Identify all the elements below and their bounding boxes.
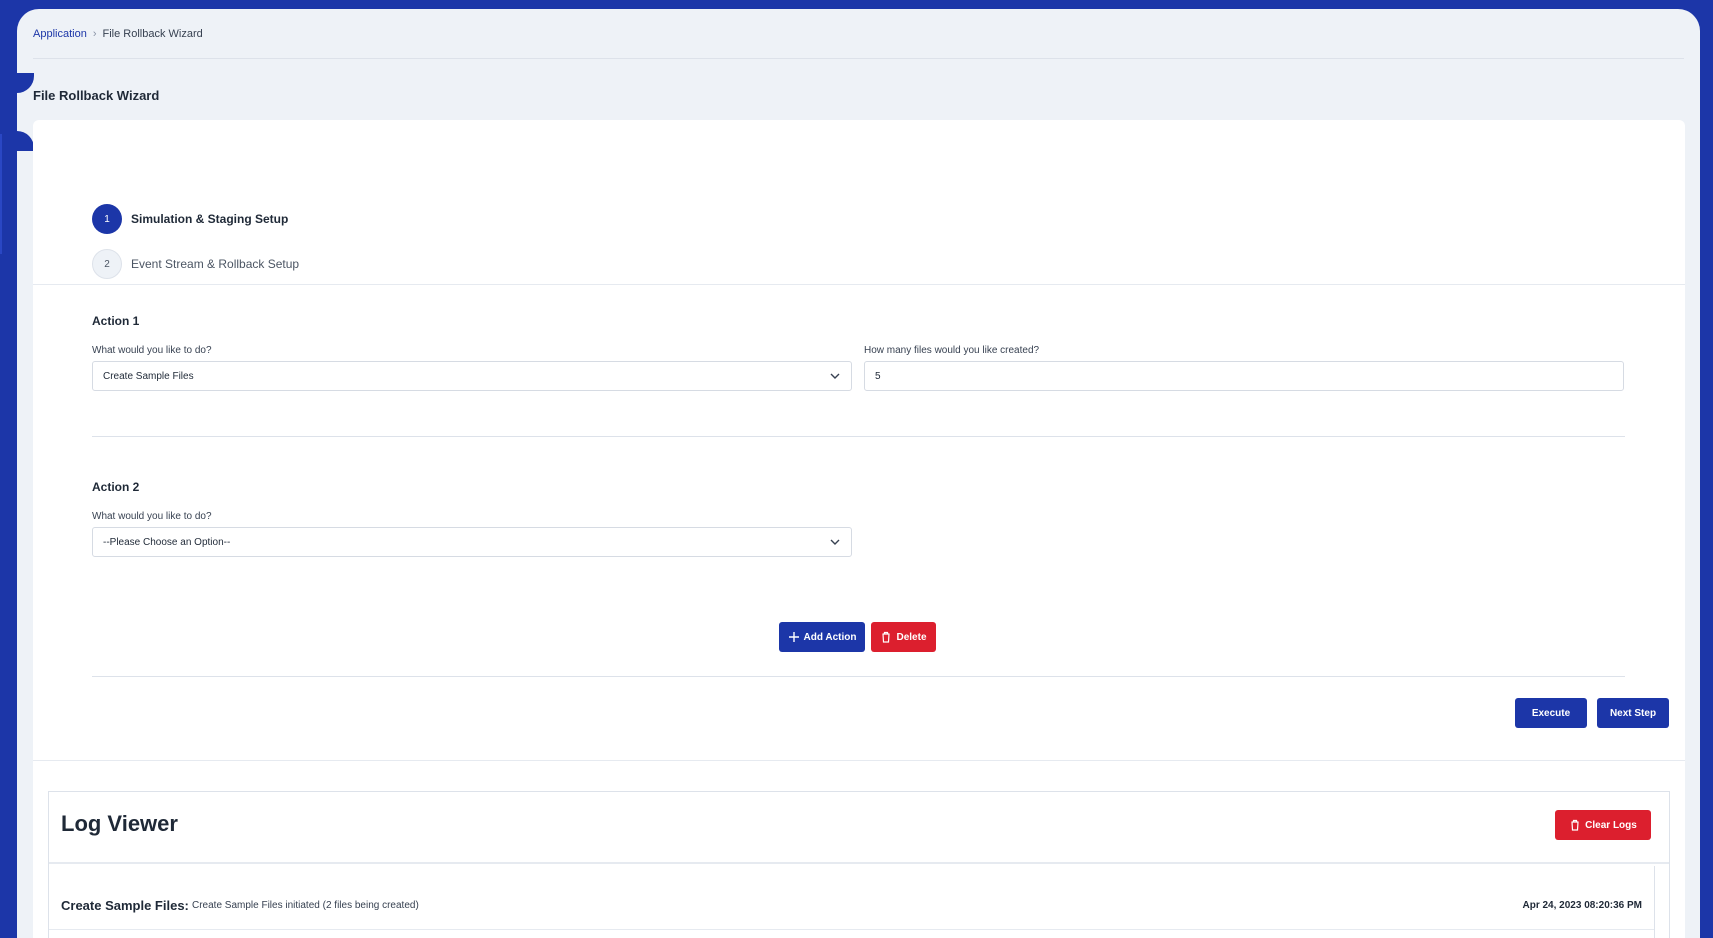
log-viewer: Log Viewer Clear Logs Create Sample File…: [48, 791, 1670, 938]
log-viewer-title: Log Viewer: [61, 811, 178, 836]
add-action-button[interactable]: Add Action: [779, 622, 865, 652]
button-label: Next Step: [1609, 707, 1657, 719]
select-value: Create Sample Files: [103, 370, 194, 382]
divider: [92, 436, 1625, 437]
log-entry-timestamp: Apr 24, 2023 08:20:36 PM: [1522, 900, 1642, 911]
action-2-type-select[interactable]: --Please Choose an Option--: [92, 527, 852, 557]
button-label: Delete: [896, 631, 927, 643]
divider: [92, 676, 1625, 677]
page-title: File Rollback Wizard: [33, 88, 160, 103]
button-label: Add Action: [803, 631, 857, 643]
file-count-label: How many files would you like created?: [864, 345, 1040, 356]
chevron-down-icon: [830, 539, 840, 545]
step-simulation-staging[interactable]: 1 Simulation & Staging Setup: [92, 204, 299, 234]
select-value: --Please Choose an Option--: [103, 536, 231, 548]
wizard-stepper: 1 Simulation & Staging Setup 2 Event Str…: [92, 204, 299, 294]
log-entry: Create Sample Files: Create Sample Files…: [49, 866, 1654, 930]
log-entry-type: Create Sample Files:: [61, 898, 189, 913]
next-step-button[interactable]: Next Step: [1597, 698, 1669, 728]
action-1-title: Action 1: [92, 314, 140, 328]
side-nav-strip[interactable]: [0, 122, 18, 938]
plus-icon: [788, 632, 799, 642]
trash-icon: [1571, 819, 1579, 831]
step-label: Simulation & Staging Setup: [131, 212, 289, 226]
step-label: Event Stream & Rollback Setup: [131, 257, 300, 271]
step-event-stream-rollback[interactable]: 2 Event Stream & Rollback Setup: [92, 249, 299, 279]
main-content: Application › File Rollback Wizard File …: [17, 9, 1700, 938]
step-number: 1: [92, 204, 122, 234]
input-value: 5: [875, 370, 881, 382]
log-entry-message: Create Sample Files initiated (2 files b…: [192, 900, 419, 911]
wizard-card: 1 Simulation & Staging Setup 2 Event Str…: [33, 120, 1685, 938]
breadcrumb-current: File Rollback Wizard: [102, 28, 203, 40]
delete-action-button[interactable]: Delete: [871, 622, 936, 652]
shell-notch: [17, 73, 34, 151]
side-nav-tab: [0, 0, 18, 84]
file-count-input[interactable]: 5: [864, 361, 1624, 391]
clear-logs-button[interactable]: Clear Logs: [1555, 810, 1651, 840]
action-1-type-select[interactable]: Create Sample Files: [92, 361, 852, 391]
divider: [33, 284, 1685, 285]
trash-icon: [882, 631, 891, 643]
button-label: Execute: [1531, 707, 1571, 719]
chevron-down-icon: [830, 373, 840, 379]
step-number: 2: [92, 249, 122, 279]
breadcrumb-link-application[interactable]: Application: [33, 28, 87, 40]
log-viewer-header: Log Viewer Clear Logs: [49, 792, 1669, 864]
button-label: Clear Logs: [1585, 819, 1637, 831]
log-list[interactable]: Create Sample Files: Create Sample Files…: [49, 866, 1655, 938]
action-1-what-label: What would you like to do?: [92, 345, 212, 356]
divider: [33, 760, 1685, 761]
breadcrumb: Application › File Rollback Wizard: [33, 28, 203, 40]
divider: [33, 58, 1684, 59]
action-2-title: Action 2: [92, 480, 140, 494]
action-2-what-label: What would you like to do?: [92, 511, 212, 522]
execute-button[interactable]: Execute: [1515, 698, 1587, 728]
chevron-right-icon: ›: [92, 28, 97, 40]
